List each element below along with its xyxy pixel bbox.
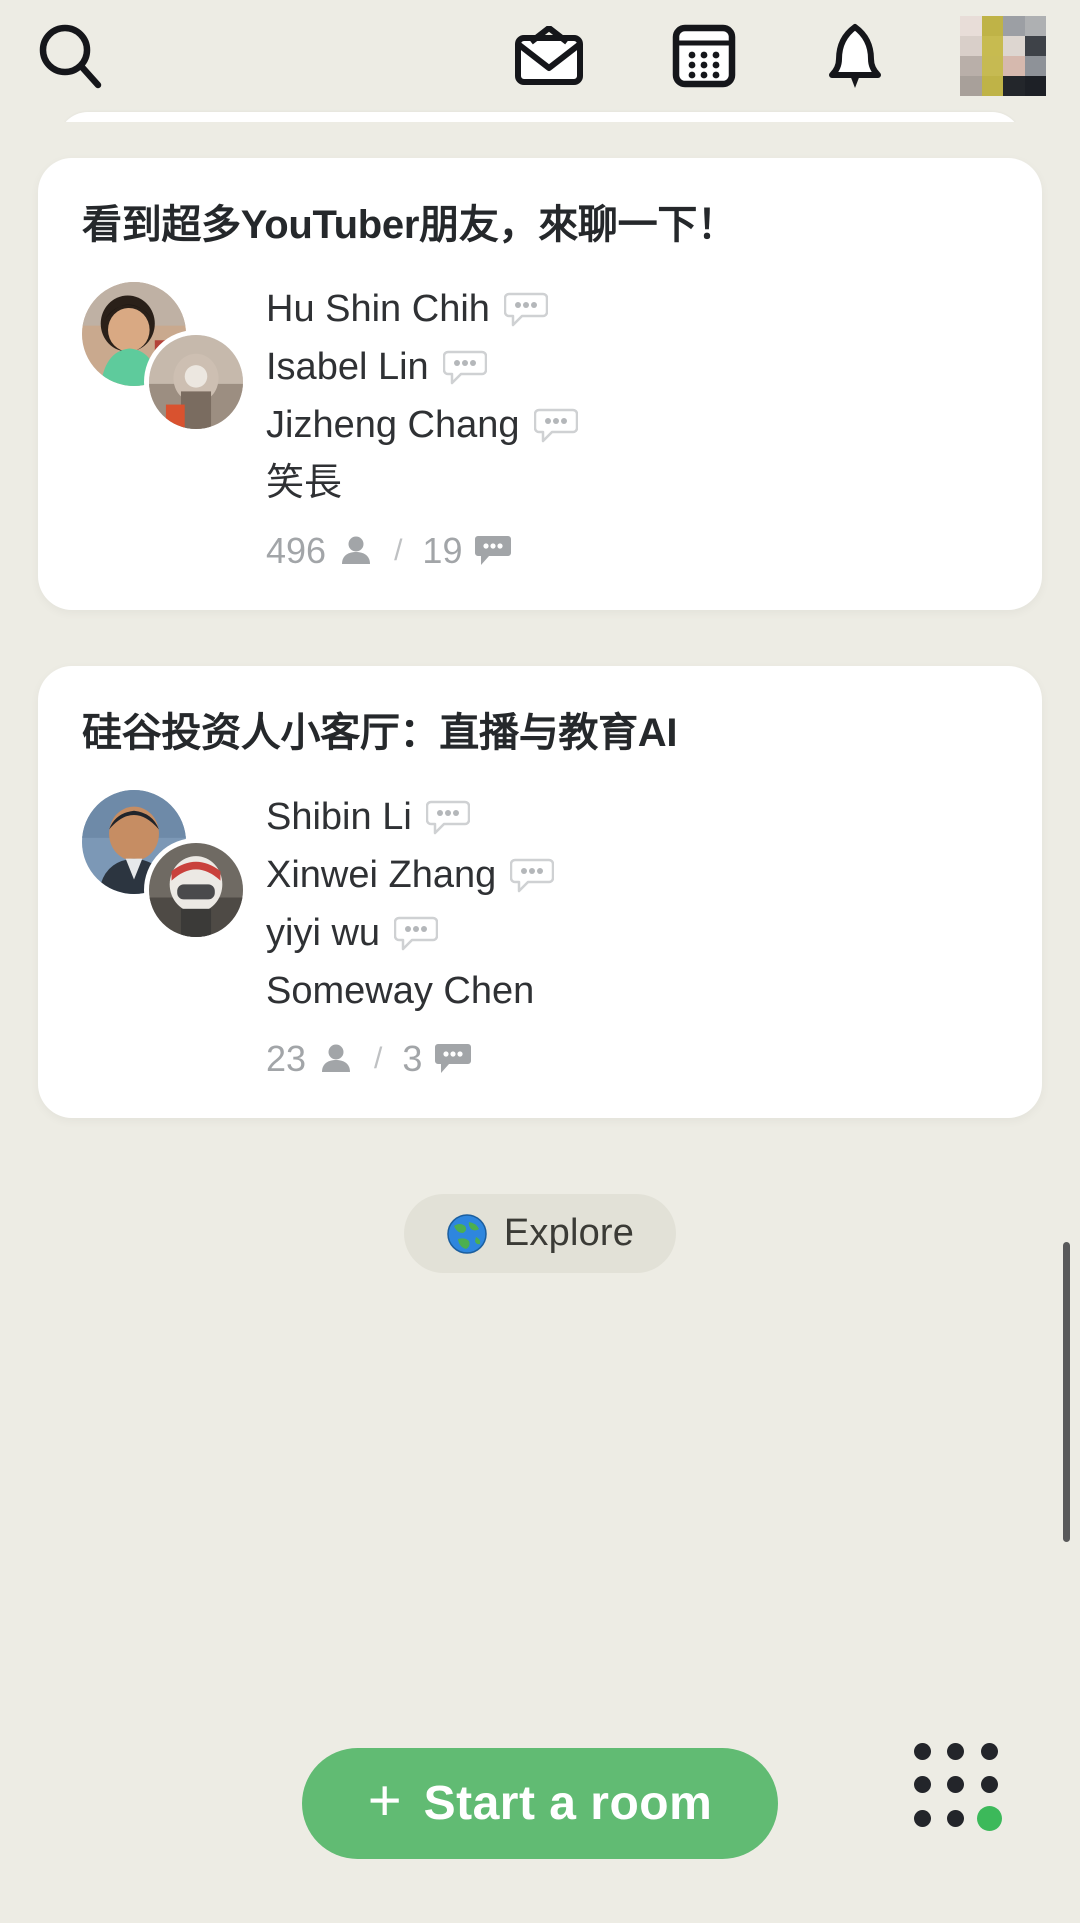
chat-bubble-icon <box>510 858 555 893</box>
member-name: yiyi wu <box>266 912 381 954</box>
member-name: Xinwei Zhang <box>266 854 497 896</box>
list-item[interactable]: 笑長 <box>266 454 998 512</box>
grid-dot <box>914 1809 932 1827</box>
avatar-image <box>149 843 243 937</box>
app-root: 看到超多YouTuber朋友，來聊一下！ Hu Shin Chih Isabel… <box>0 0 1080 1923</box>
notifications-button[interactable] <box>824 22 886 90</box>
grid-dot <box>914 1743 932 1761</box>
stats-separator: / <box>394 534 403 567</box>
member-name: Someway Chen <box>266 970 535 1012</box>
profile-avatar[interactable] <box>960 16 1046 96</box>
calendar-icon <box>672 24 736 88</box>
people-count: 23 <box>266 1038 307 1079</box>
grid-dot <box>947 1776 965 1794</box>
explore-section: Explore <box>38 1194 1042 1273</box>
dots-grid-icon[interactable] <box>910 1739 1002 1831</box>
start-room-label: Start a room <box>423 1776 713 1830</box>
chat-bubble-icon <box>435 1044 472 1073</box>
rooms-scroll-area[interactable]: 看到超多YouTuber朋友，來聊一下！ Hu Shin Chih Isabel… <box>0 112 1080 1923</box>
room-stats: 23 / 3 <box>266 1038 998 1080</box>
list-item[interactable]: yiyi wu <box>266 904 998 962</box>
header-action-icons <box>514 22 886 90</box>
chat-bubble-icon <box>503 292 548 327</box>
grid-dot <box>980 1743 998 1761</box>
grid-dot <box>980 1776 998 1794</box>
list-item[interactable]: Xinwei Zhang <box>266 846 998 904</box>
member-name: Hu Shin Chih <box>266 288 490 330</box>
search-button[interactable] <box>34 19 108 93</box>
people-count: 496 <box>266 530 327 571</box>
grid-dot-active <box>976 1805 1002 1831</box>
member-name: 笑長 <box>266 462 343 504</box>
chat-bubble-icon <box>394 916 439 951</box>
person-icon <box>322 1044 351 1072</box>
room-body: Shibin Li Xinwei Zhang yiyi wu Someway C… <box>82 786 998 1080</box>
chat-bubble-icon <box>533 408 578 443</box>
vertical-scrollbar[interactable] <box>1063 1242 1070 1542</box>
list-item[interactable]: Someway Chen <box>266 962 998 1020</box>
explore-button[interactable]: Explore <box>403 1194 677 1273</box>
chat-bubble-icon <box>475 536 512 565</box>
speaker-count: 3 <box>402 1038 423 1079</box>
grid-dot <box>914 1776 932 1794</box>
person-icon <box>342 536 371 564</box>
plus-icon: + <box>367 1768 402 1833</box>
member-name: Shibin Li <box>266 796 412 838</box>
member-name: Jizheng Chang <box>266 404 520 446</box>
speaker-count: 19 <box>422 530 463 571</box>
invite-button[interactable] <box>514 26 584 86</box>
envelope-icon <box>515 26 583 85</box>
room-card[interactable]: 看到超多YouTuber朋友，來聊一下！ Hu Shin Chih Isabel… <box>38 158 1042 610</box>
room-avatars <box>82 282 248 438</box>
top-navigation-bar <box>0 0 1080 112</box>
list-item[interactable]: Hu Shin Chih <box>266 280 998 338</box>
member-list: Shibin Li Xinwei Zhang yiyi wu Someway C… <box>248 786 998 1080</box>
grid-dot <box>947 1743 965 1761</box>
avatar[interactable] <box>144 838 248 942</box>
avatar-image <box>149 335 243 429</box>
room-title: 看到超多YouTuber朋友，來聊一下！ <box>82 203 737 247</box>
stats-separator: / <box>374 1042 383 1075</box>
explore-label: Explore <box>503 1212 635 1254</box>
start-room-button[interactable]: + Start a room <box>301 1747 779 1859</box>
grid-dot <box>947 1809 965 1827</box>
bell-icon <box>829 24 881 88</box>
member-list: Hu Shin Chih Isabel Lin Jizheng Chang 笑長… <box>248 278 998 572</box>
list-item[interactable]: Jizheng Chang <box>266 396 998 454</box>
member-name: Isabel Lin <box>266 346 429 388</box>
room-card[interactable]: 硅谷投资人小客厅：直播与教育AI Shibin Li Xinwei Zhang … <box>38 666 1042 1118</box>
chat-bubble-icon <box>442 350 487 385</box>
list-item[interactable]: Shibin Li <box>266 788 998 846</box>
room-body: Hu Shin Chih Isabel Lin Jizheng Chang 笑長… <box>82 278 998 572</box>
previous-room-card-peek[interactable] <box>38 112 1042 164</box>
avatar[interactable] <box>144 330 248 434</box>
list-item[interactable]: Isabel Lin <box>266 338 998 396</box>
room-title: 硅谷投资人小客厅：直播与教育AI <box>82 711 678 755</box>
chat-bubble-icon <box>425 800 470 835</box>
globe-icon <box>447 1213 487 1254</box>
search-icon <box>39 24 102 89</box>
room-avatars <box>82 790 248 946</box>
calendar-button[interactable] <box>672 24 736 88</box>
room-stats: 496 / 19 <box>266 530 998 572</box>
